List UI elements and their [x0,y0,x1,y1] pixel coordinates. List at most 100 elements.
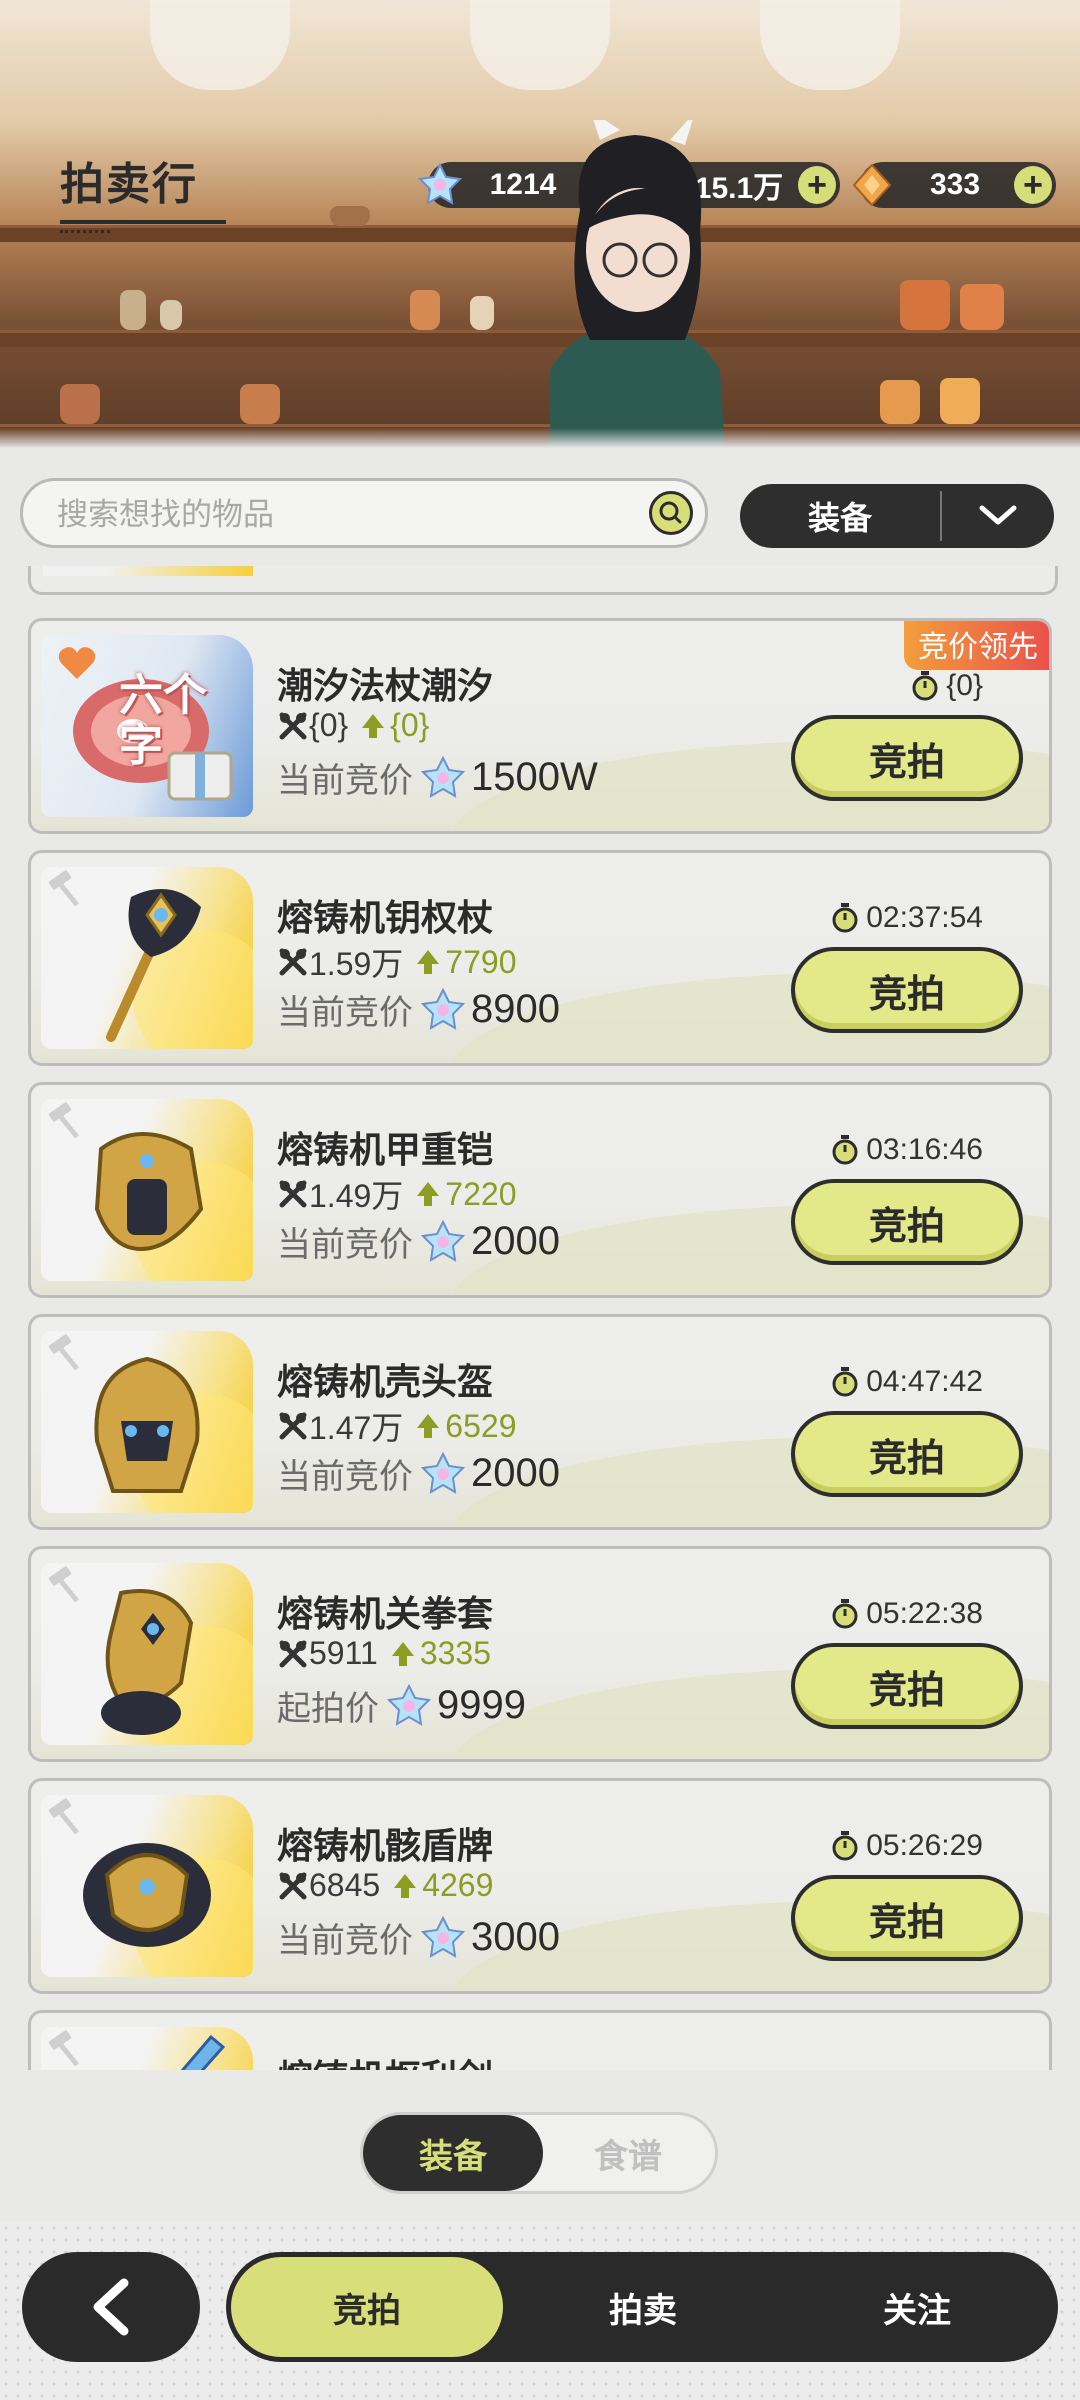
page-title: 拍卖行 [60,148,226,233]
crossed-tools-icon [279,1412,307,1440]
back-button[interactable] [22,2252,200,2362]
item-stats: 1.47万 6529 [277,1403,516,1449]
search-button[interactable] [649,491,693,535]
crystal-icon [421,1451,465,1494]
lantern-decoration [150,0,290,90]
timer-value: 02:37:54 [866,901,983,934]
item-power-up: 3335 [390,1635,491,1672]
shop-header-banner: 拍卖行 1214 + 15.1万 + 333 + [0,0,1080,448]
bid-button[interactable]: 竞拍 [791,1875,1023,1961]
auction-item-card[interactable]: 熔铸机钥权杖 1.59万 7790 当前竞价 8900 02:37:54 竞拍 [28,850,1052,1066]
tab-follow[interactable]: 关注 [782,2252,1052,2362]
price-label: 起拍价 [277,1690,379,1728]
crossed-tools-icon [279,1872,307,1899]
item-power-up: {0} [360,707,429,744]
amber-gem-icon [848,161,896,209]
stopwatch-icon [912,671,938,701]
tab-bid[interactable]: 竞拍 [231,2257,503,2357]
heart-icon[interactable] [57,645,97,686]
item-price: 当前竞价 8900 [277,985,560,1034]
item-thumbnail [41,1099,253,1281]
item-price: 当前竞价 2000 [277,1449,560,1498]
crystal-icon [421,1915,465,1958]
item-name: 潮汐法杖潮汐 [277,665,494,706]
item-stats: 5911 3335 [277,1635,491,1672]
search-input[interactable] [55,491,639,539]
price-label: 当前竞价 [277,1226,413,1264]
stopwatch-icon [832,1599,858,1629]
segment-equipment[interactable]: 装备 [363,2115,543,2191]
price-value: 2000 [471,1451,560,1495]
gauntlet-item-image [101,1589,194,1735]
price-value: 3000 [471,1915,560,1959]
helmet-item-image [94,1356,200,1493]
price-value: 9999 [437,1683,526,1727]
bid-button[interactable]: 竞拍 [791,1411,1023,1497]
bid-button[interactable]: 竞拍 [791,715,1023,801]
price-label: 当前竞价 [277,994,413,1032]
crystal-icon [416,161,464,209]
item-power: 6845 [309,1867,381,1903]
price-label: 当前竞价 [277,1922,413,1960]
search-bar [20,478,708,548]
item-thumbnail [41,1331,253,1513]
item-name: 熔铸机关拳套 [277,1593,494,1634]
item-name: 熔铸机枢利剑 [277,2049,493,2070]
add-amber-button[interactable]: + [1014,166,1052,204]
bid-button[interactable]: 竞拍 [791,1179,1023,1265]
category-dropdown-label: 装备 [807,500,872,536]
item-power: {0} [309,707,349,743]
title-underline [60,220,226,224]
item-power-up: 7220 [415,1176,516,1213]
price-value: 8900 [471,987,560,1031]
item-timer: 03:16:46 [830,1133,983,1167]
item-thumbnail [41,1795,253,1977]
bid-button[interactable]: 竞拍 [791,1643,1023,1729]
bid-button[interactable]: 竞拍 [791,947,1023,1033]
item-price: 起拍价 9999 [277,1681,526,1730]
crystal-icon [421,987,465,1030]
search-icon [659,501,682,524]
thumbnail-overlay-text: 六个字 [119,671,207,770]
arrow-up-icon [391,1641,414,1666]
price-value: 1500W [471,755,598,799]
segment-recipes[interactable]: 食谱 [543,2115,713,2191]
item-thumbnail [41,1563,253,1745]
auctioneer-character-illustration [550,120,725,448]
crossed-tools-icon [279,1640,307,1667]
auction-item-card[interactable]: 熔铸机枢利剑 [28,2010,1052,2070]
item-power-up-value: 3335 [419,1635,491,1671]
item-stats: 1.49万 7220 [277,1171,516,1217]
item-power: 1.59万 [309,946,404,982]
item-timer: 05:26:29 [830,1829,983,1863]
lantern-decoration [470,0,610,90]
item-thumbnail [41,2027,253,2070]
item-price: 当前竞价 1500W [277,753,598,802]
item-power-up-value: 4269 [422,1867,494,1903]
title-dots [60,230,110,233]
item-power-up: 7790 [415,944,516,981]
auction-item-list[interactable]: 六个字 竞价领先 潮汐法杖潮汐 {0} {0} 当前竞价 1500W {0} 竞… [0,566,1080,2070]
crystal-icon [387,1683,431,1726]
item-power-up-value: 7220 [445,1175,517,1212]
item-power: 1.47万 [309,1410,404,1446]
category-dropdown[interactable]: 装备 [740,484,1054,548]
auction-item-card[interactable]: 六个字 竞价领先 潮汐法杖潮汐 {0} {0} 当前竞价 1500W {0} 竞… [28,618,1052,834]
item-power-up-value: 6529 [445,1407,517,1444]
add-gold-button[interactable]: + [798,166,836,204]
item-stats: 1.59万 7790 [277,939,516,985]
item-name: 熔铸机甲重铠 [277,1129,494,1170]
item-power-up-value: {0} [390,707,430,743]
item-timer: 02:37:54 [830,901,983,935]
item-power-up-value: 7790 [445,943,517,980]
auction-item-card[interactable]: 熔铸机骸盾牌 6845 4269 当前竞价 3000 05:26:29 竞拍 [28,1778,1052,1994]
auction-item-card[interactable]: 熔铸机关拳套 5911 3335 起拍价 9999 05:22:38 竞拍 [28,1546,1052,1762]
stopwatch-icon [832,1831,858,1861]
timer-value: 05:26:29 [866,1829,983,1862]
crossed-tools-icon [279,712,307,739]
crystal-icon [421,755,465,798]
tab-auction[interactable]: 拍卖 [508,2252,778,2362]
item-stats: {0} {0} [277,707,429,744]
auction-item-card[interactable]: 熔铸机甲重铠 1.49万 7220 当前竞价 2000 03:16:46 竞拍 [28,1082,1052,1298]
auction-item-card[interactable]: 熔铸机壳头盔 1.47万 6529 当前竞价 2000 04:47:42 竞拍 [28,1314,1052,1530]
